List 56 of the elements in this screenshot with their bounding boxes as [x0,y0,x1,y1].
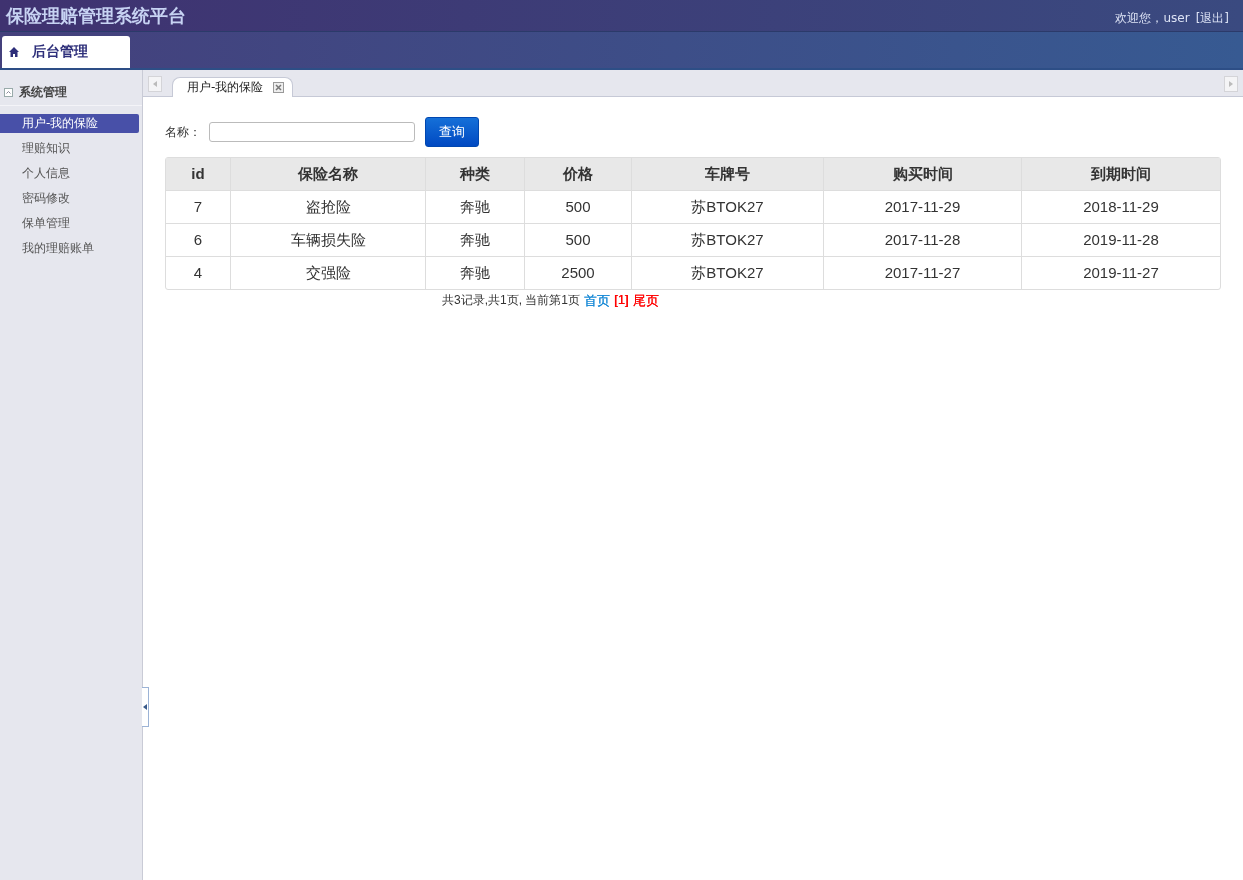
sidebar-item[interactable]: 保单管理 [0,214,139,233]
table-cell-text: 7 [192,197,204,217]
pager-link[interactable]: 首页 [584,292,611,310]
column-header: 车牌号 [631,158,823,190]
column-header: 种类 [425,158,524,190]
table-cell: 500 [524,224,631,256]
app-title: 保险理赔管理系统平台 [6,3,186,28]
logout-link[interactable]: [退出] [1195,10,1229,27]
pager-link[interactable]: [1] [614,292,629,310]
home-icon [8,46,20,58]
sidebar-item[interactable]: 理赔知识 [0,139,139,158]
left-arrow-icon [143,704,147,710]
table-cell: 500 [524,191,631,223]
collapse-handle[interactable] [142,687,149,727]
table-cell-text: 4 [192,263,204,283]
table-cell: 2500 [524,257,631,289]
table-cell: 奔驰 [425,224,524,256]
sidebar-item[interactable]: 密码修改 [0,189,139,208]
table-cell: 奔驰 [425,257,524,289]
pager-summary: 共3记录,共1页, 当前第1页 [442,292,581,309]
table-cell: 2017-11-28 [823,224,1021,256]
table-cell-text: 6 [192,230,204,250]
table-cell: 2017-11-27 [823,257,1021,289]
table-cell: 交强险 [230,257,425,289]
content-tab[interactable]: 用户-我的保险 [172,77,294,97]
column-header: 保险名称 [230,158,425,190]
left-arrow-icon [153,81,157,87]
column-header: 价格 [524,158,631,190]
search-button[interactable]: 查询 [425,117,479,147]
table-cell: 奔驰 [425,191,524,223]
table-cell: 盗抢险 [230,191,425,223]
welcome-text: 欢迎您，user [1115,10,1190,27]
search-field[interactable] [209,122,415,142]
sidebar-item[interactable]: 我的理赔账单 [0,239,139,258]
table-cell: 苏BTOK27 [631,191,823,223]
table-cell: 苏BTOK27 [631,257,823,289]
column-header: id [190,164,206,184]
table-cell: 车辆损失险 [230,224,425,256]
pager-link[interactable]: 尾页 [632,292,659,310]
table-cell: 2017-11-29 [823,191,1021,223]
nav-tab[interactable]: 后台管理 [2,36,130,68]
column-header: 到期时间 [1021,158,1220,190]
collapse-icon[interactable] [4,88,13,97]
close-icon[interactable] [273,82,285,93]
search-label: 名称： [165,123,201,141]
column-header: 购买时间 [823,158,1021,190]
sidebar-item[interactable]: 用户-我的保险 [0,114,139,133]
scroll-right-button[interactable] [1224,76,1238,92]
scroll-left-button[interactable] [148,76,162,92]
right-arrow-icon [1229,81,1233,87]
table-cell: 2019-11-27 [1021,257,1220,289]
table-cell: 2019-11-28 [1021,224,1220,256]
table-cell: 2018-11-29 [1021,191,1220,223]
section-title: 系统管理 [19,84,67,101]
sidebar-item[interactable]: 个人信息 [0,164,139,183]
table-cell: 苏BTOK27 [631,224,823,256]
